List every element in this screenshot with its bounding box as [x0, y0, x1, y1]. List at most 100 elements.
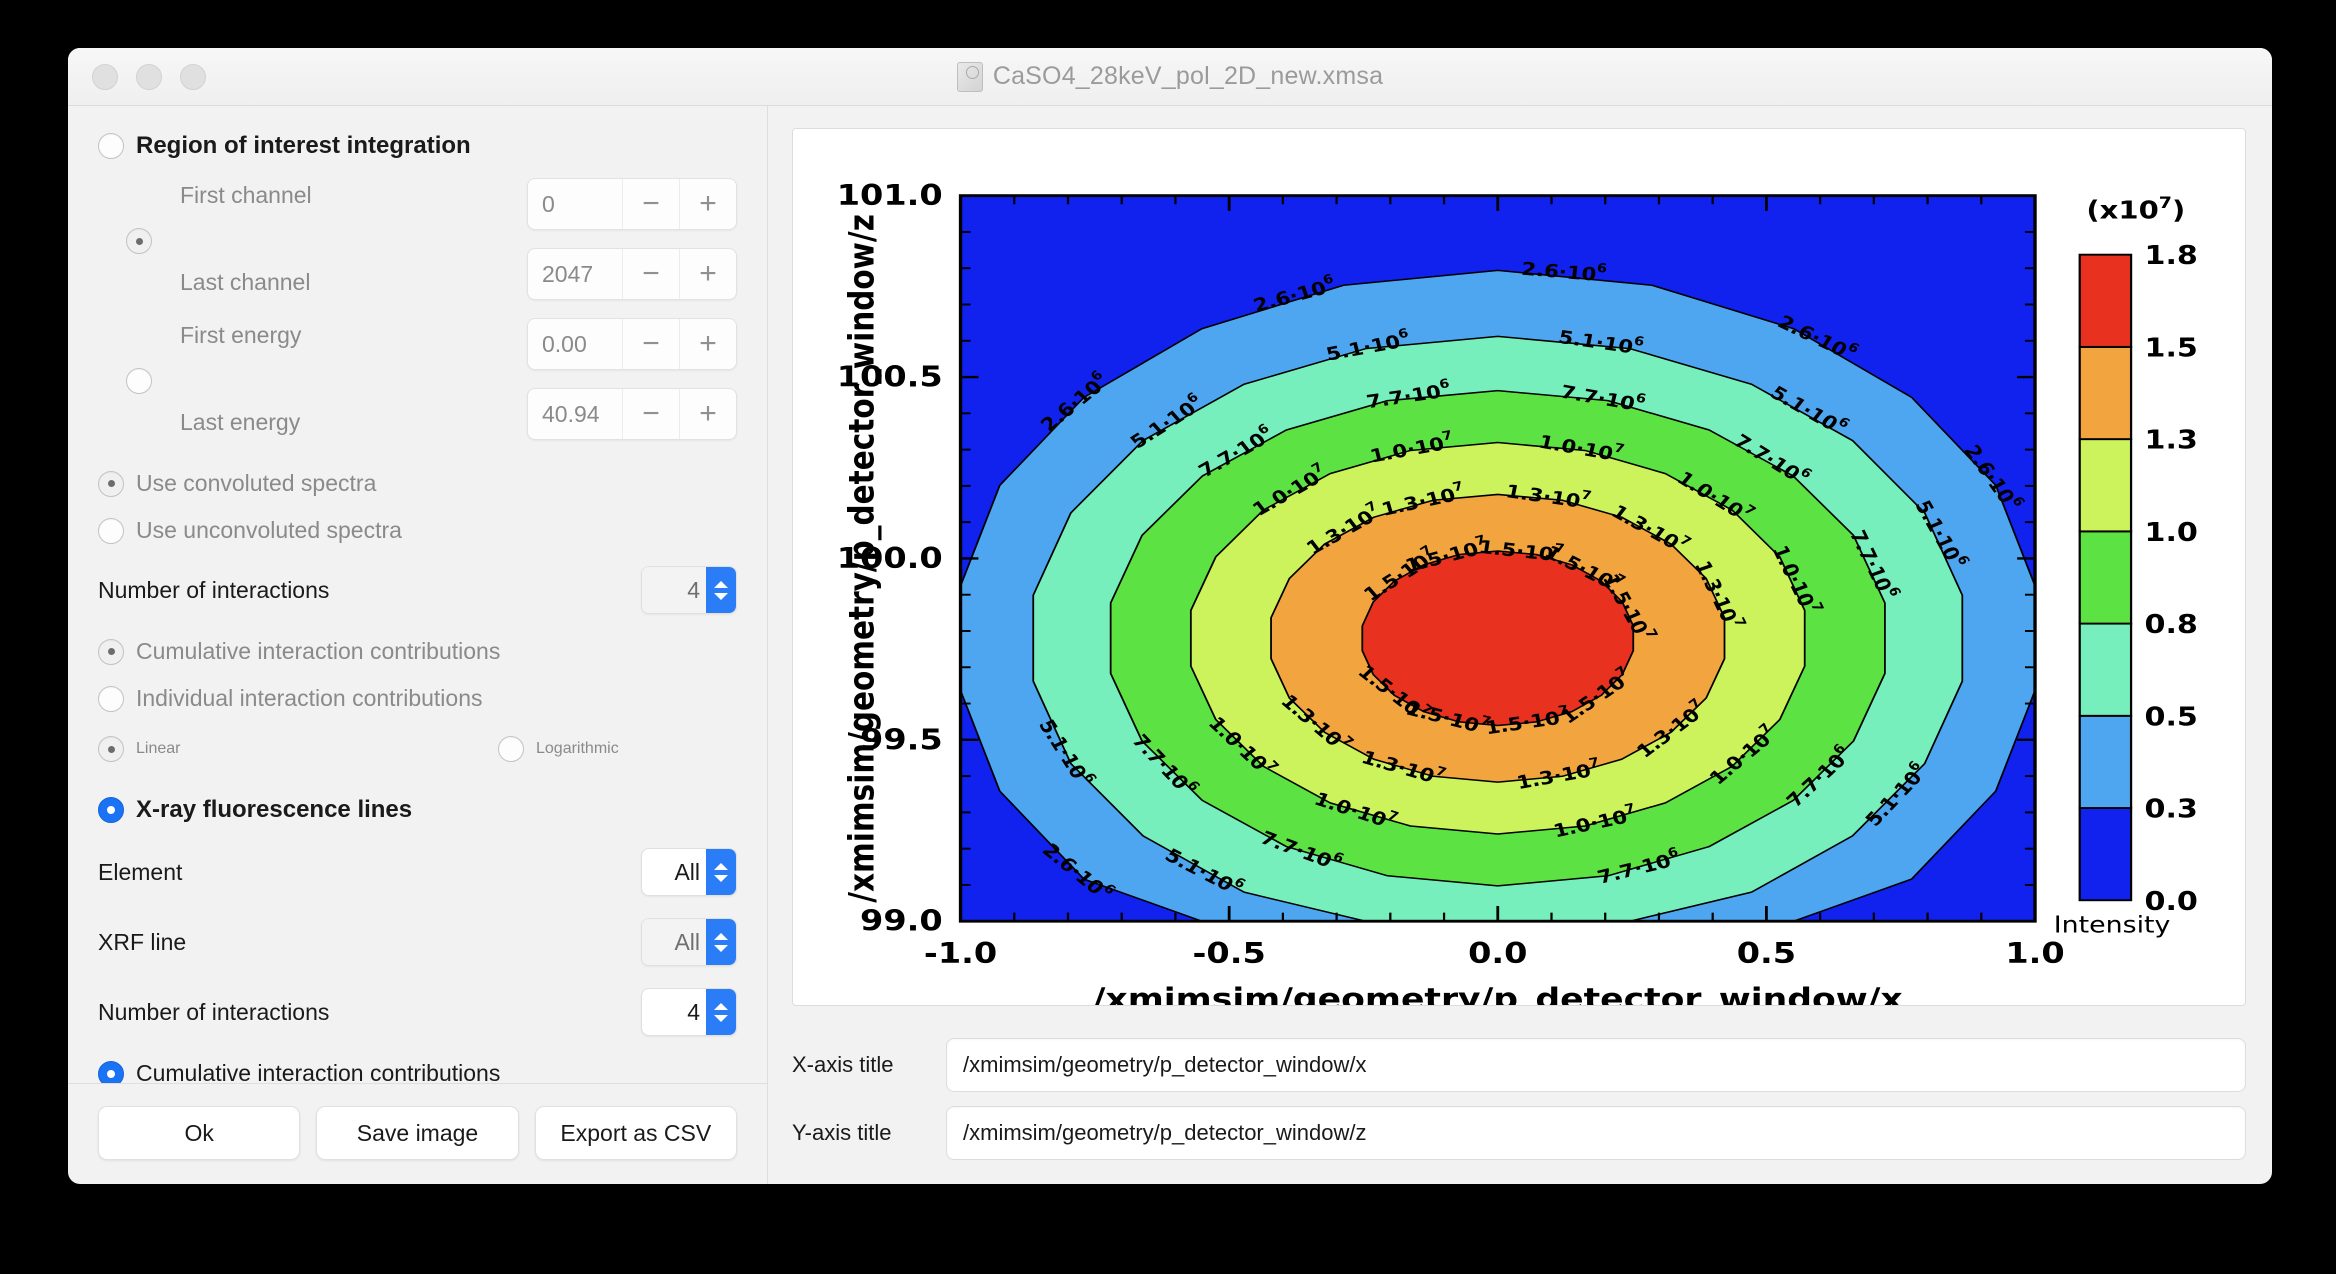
roi-interactions-value[interactable]: 4: [642, 567, 706, 613]
roi-cumulative-label: Cumulative interaction contributions: [136, 638, 501, 664]
roi-logarithmic-label: Logarithmic: [536, 740, 619, 757]
chevron-up-icon[interactable]: [714, 1002, 728, 1010]
colorbar-tick-label: 1.8: [2144, 240, 2197, 270]
x-tick-label: 0.5: [1737, 937, 1796, 970]
chevron-down-icon[interactable]: [714, 592, 728, 600]
title-bar: CaSO4_28keV_pol_2D_new.xmsa: [68, 48, 2272, 106]
roi-interactions-spinbox[interactable]: 4: [641, 566, 737, 614]
roi-cumulative-radio[interactable]: [98, 638, 124, 665]
roi-fields-group: 0 − + 2047 − + 0.00 − + 40.94 − + First …: [98, 178, 737, 444]
x-axis-title-input[interactable]: /xmimsim/geometry/p_detector_window/x: [946, 1038, 2246, 1092]
window-title: CaSO4_28keV_pol_2D_new.xmsa: [992, 62, 1384, 90]
colorbar-tick-label: 1.5: [2144, 333, 2197, 363]
xrf-line-spinbox[interactable]: All: [641, 918, 737, 966]
energy-range-radio[interactable]: [126, 368, 152, 394]
y-axis-title-input[interactable]: /xmimsim/geometry/p_detector_window/z: [946, 1106, 2246, 1160]
xrf-interactions-row: Number of interactions 4: [98, 988, 737, 1036]
contour-label-exponent: 6: [1596, 261, 1608, 276]
chevron-down-icon[interactable]: [714, 1014, 728, 1022]
use-convoluted-row[interactable]: Use convoluted spectra: [98, 470, 737, 497]
xrf-interactions-spinbox[interactable]: 4: [641, 988, 737, 1036]
x-axis-title-label: X-axis title: [792, 1052, 894, 1077]
roi-interactions-row: Number of interactions 4: [98, 566, 737, 614]
xrf-cumulative-label: Cumulative interaction contributions: [136, 1060, 501, 1083]
xrf-line-row: XRF line All: [98, 918, 737, 966]
xrf-line-value[interactable]: All: [642, 919, 706, 965]
colorbar-exponent-paren: ): [2172, 196, 2185, 224]
colorbar-band-2: [2078, 622, 2133, 717]
roi-scale-row: Linear Logarithmic: [98, 736, 737, 762]
colorbar-tick-label: 1.0: [2144, 517, 2197, 547]
roi-section-header[interactable]: Region of interest integration: [98, 132, 737, 160]
plot-body: 2.6·1062.6·1062.6·1062.6·1062.6·1062.6·1…: [837, 179, 2198, 1005]
colorbar-band-6: [2078, 253, 2133, 348]
roi-section-radio[interactable]: [98, 133, 124, 159]
chevron-down-icon[interactable]: [714, 874, 728, 882]
xrf-section-title: X-ray fluorescence lines: [136, 796, 413, 823]
y-axis-title-row: Y-axis title /xmimsim/geometry/p_detecto…: [792, 1106, 2246, 1160]
colorbar-tick-label: 0.8: [2144, 609, 2197, 639]
x-tick-label: -1.0: [924, 937, 997, 970]
options-panel: Region of interest integration 0 − + 204…: [68, 106, 768, 1184]
roi-interactions-arrows[interactable]: [706, 567, 736, 613]
xrf-section-header[interactable]: X-ray fluorescence lines: [98, 796, 737, 824]
chevron-down-icon[interactable]: [714, 944, 728, 952]
roi-cumulative-row[interactable]: Cumulative interaction contributions: [98, 638, 737, 665]
energy-range-group: First energy Last energy: [98, 318, 737, 444]
y-tick-label: 101.0: [837, 179, 943, 212]
last-channel-label: Last channel: [180, 269, 311, 295]
element-arrows[interactable]: [706, 849, 736, 895]
element-value[interactable]: All: [642, 849, 706, 895]
roi-linear-radio[interactable]: [98, 736, 124, 762]
x-axis-title: /xmimsim/geometry/p_detector_window/x: [1093, 981, 1903, 1005]
channel-range-labels: First channel Last channel: [180, 178, 480, 304]
use-unconvoluted-row[interactable]: Use unconvoluted spectra: [98, 517, 737, 544]
colorbar-band-0: [2078, 807, 2133, 902]
colorbar-band-5: [2078, 345, 2133, 441]
window-title-group: CaSO4_28keV_pol_2D_new.xmsa: [68, 61, 2272, 92]
first-channel-label: First channel: [180, 182, 312, 208]
axis-title-fields: X-axis title /xmimsim/geometry/p_detecto…: [792, 1006, 2246, 1184]
contour-plot-card[interactable]: 2.6·106 2.6·106 2.6·106 2.6·106 2.6·106 2.6·1…: [792, 128, 2246, 1006]
chevron-up-icon[interactable]: [714, 580, 728, 588]
roi-logarithmic-radio[interactable]: [498, 736, 524, 762]
xrf-cumulative-radio[interactable]: [98, 1060, 124, 1083]
colorbar-tick-label: 0.3: [2144, 794, 2197, 824]
xrf-cumulative-row[interactable]: Cumulative interaction contributions: [98, 1060, 737, 1083]
channel-range-radio[interactable]: [126, 228, 152, 254]
use-unconvoluted-radio[interactable]: [98, 517, 124, 544]
y-tick-label: 99.0: [860, 905, 943, 938]
roi-individual-row[interactable]: Individual interaction contributions: [98, 685, 737, 712]
y-axis-title-label: Y-axis title: [792, 1120, 892, 1145]
xrf-interactions-arrows[interactable]: [706, 989, 736, 1035]
x-tick-label: 0.0: [1468, 937, 1527, 970]
y-axis-title: /xmimsim/geometry/p_detector_window/z: [841, 214, 882, 903]
export-csv-button[interactable]: Export as CSV: [534, 1106, 737, 1160]
colorbar-band-3: [2078, 530, 2133, 625]
element-row: Element All: [98, 848, 737, 896]
first-energy-label: First energy: [180, 322, 302, 348]
colorbar-band-1: [2078, 714, 2133, 809]
xrf-interactions-label: Number of interactions: [98, 998, 330, 1025]
last-energy-label: Last energy: [180, 409, 301, 435]
use-convoluted-label: Use convoluted spectra: [136, 470, 377, 496]
roi-linear-option[interactable]: Linear: [98, 736, 498, 762]
roi-individual-radio[interactable]: [98, 685, 124, 712]
roi-section-title: Region of interest integration: [136, 132, 471, 159]
save-image-button[interactable]: Save image: [316, 1106, 519, 1160]
options-scroll: Region of interest integration 0 − + 204…: [68, 106, 767, 1083]
chevron-up-icon[interactable]: [714, 862, 728, 870]
chevron-up-icon[interactable]: [714, 932, 728, 940]
x-tick-label: 1.0: [2005, 937, 2064, 970]
x-axis-title-row: X-axis title /xmimsim/geometry/p_detecto…: [792, 1038, 2246, 1092]
xrf-interactions-value[interactable]: 4: [642, 989, 706, 1035]
ok-button[interactable]: Ok: [98, 1106, 301, 1160]
roi-logarithmic-option[interactable]: Logarithmic: [498, 736, 619, 762]
colorbar-tick-label: 1.3: [2144, 425, 2197, 455]
use-convoluted-radio[interactable]: [98, 470, 124, 497]
roi-individual-label: Individual interaction contributions: [136, 685, 483, 711]
xrf-line-arrows[interactable]: [706, 919, 736, 965]
contour-plot-svg[interactable]: 2.6·1062.6·1062.6·1062.6·1062.6·1062.6·1…: [793, 129, 2245, 1005]
xrf-section-radio[interactable]: [98, 797, 124, 823]
element-spinbox[interactable]: All: [641, 848, 737, 896]
